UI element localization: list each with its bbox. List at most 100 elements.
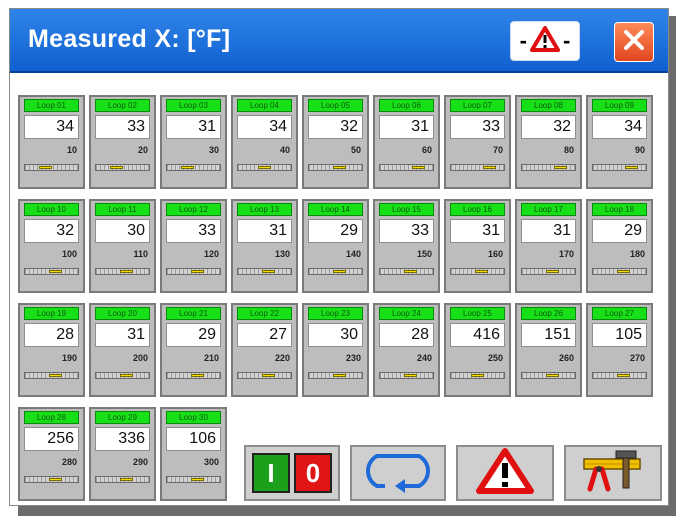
loop-tile[interactable]: Loop 07 33 70 — [444, 95, 511, 189]
loop-tile[interactable]: Loop 03 31 30 — [160, 95, 227, 189]
loop-tile[interactable]: Loop 06 31 60 — [373, 95, 440, 189]
loop-value: 34 — [237, 115, 292, 139]
loop-level-marker — [258, 166, 271, 169]
loop-tile[interactable]: Loop 23 30 230 — [302, 303, 369, 397]
loop-value: 32 — [24, 219, 79, 243]
loop-setpoint: 50 — [350, 145, 361, 155]
loop-level-marker — [120, 478, 133, 481]
loop-label: Loop 28 — [24, 411, 79, 424]
loop-tile[interactable]: Loop 09 34 90 — [586, 95, 653, 189]
loop-level-bar — [24, 372, 79, 379]
loop-value: 416 — [450, 323, 505, 347]
loop-setpoint: 80 — [563, 145, 574, 155]
loop-tile[interactable]: Loop 27 105 270 — [586, 303, 653, 397]
warning-icon — [475, 447, 535, 500]
loop-level-bar — [450, 372, 505, 379]
loop-tile[interactable]: Loop 10 32 100 — [18, 199, 85, 293]
loop-tile[interactable]: Loop 16 31 160 — [444, 199, 511, 293]
loop-setpoint: 10 — [66, 145, 77, 155]
alarm-warning-icon — [530, 25, 560, 57]
alarm-dash-right: - — [563, 28, 571, 53]
loop-label: Loop 22 — [237, 307, 292, 320]
loop-value: 29 — [308, 219, 363, 243]
loop-tile[interactable]: Loop 30 106 300 — [160, 407, 227, 501]
loop-label: Loop 24 — [379, 307, 434, 320]
loop-value: 256 — [24, 427, 79, 451]
loop-level-marker — [120, 270, 133, 273]
loop-tile[interactable]: Loop 29 336 290 — [89, 407, 156, 501]
loop-tile[interactable]: Loop 17 31 170 — [515, 199, 582, 293]
loop-level-marker — [546, 374, 559, 377]
loop-level-bar — [237, 164, 292, 171]
loop-label: Loop 07 — [450, 99, 505, 112]
loop-tile[interactable]: Loop 24 28 240 — [373, 303, 440, 397]
loop-value: 31 — [166, 115, 221, 139]
loop-tile[interactable]: Loop 20 31 200 — [89, 303, 156, 397]
loop-level-bar — [592, 268, 647, 275]
loop-level-marker — [554, 166, 567, 169]
loop-tile[interactable]: Loop 21 29 210 — [160, 303, 227, 397]
loop-grid: I 0 Loop 01 34 10 Loop 02 33 20 Loop 03 … — [18, 95, 662, 501]
loop-tile[interactable]: Loop 13 31 130 — [231, 199, 298, 293]
window-title: Measured X: [°F] — [28, 25, 231, 53]
off-label: 0 — [294, 453, 332, 493]
loop-level-bar — [308, 164, 363, 171]
cycle-button[interactable] — [350, 445, 446, 501]
loop-value: 30 — [308, 323, 363, 347]
tools-button[interactable] — [564, 445, 662, 501]
loop-level-marker — [110, 166, 123, 169]
loop-tile[interactable]: Loop 19 28 190 — [18, 303, 85, 397]
loop-setpoint: 110 — [133, 249, 148, 259]
loop-tile[interactable]: Loop 22 27 220 — [231, 303, 298, 397]
loop-label: Loop 03 — [166, 99, 221, 112]
loop-level-bar — [592, 164, 647, 171]
loop-tile[interactable]: Loop 26 151 260 — [515, 303, 582, 397]
loop-level-marker — [181, 166, 194, 169]
loop-setpoint: 70 — [492, 145, 503, 155]
alarm-button[interactable]: - - — [510, 21, 580, 61]
loop-value: 33 — [379, 219, 434, 243]
loop-setpoint: 210 — [203, 353, 219, 363]
loop-value: 27 — [237, 323, 292, 347]
loop-level-marker — [333, 166, 346, 169]
loop-tile[interactable]: Loop 12 33 120 — [160, 199, 227, 293]
loop-tile[interactable]: Loop 14 29 140 — [302, 199, 369, 293]
loop-value: 33 — [95, 115, 150, 139]
loop-tile[interactable]: Loop 25 416 250 — [444, 303, 511, 397]
loop-tile[interactable]: Loop 04 34 40 — [231, 95, 298, 189]
loop-tile[interactable]: Loop 11 30 110 — [89, 199, 156, 293]
loop-label: Loop 17 — [521, 203, 576, 216]
loop-level-marker — [412, 166, 425, 169]
on-label: I — [252, 453, 290, 493]
loop-tile[interactable]: Loop 01 34 10 — [18, 95, 85, 189]
loop-setpoint: 220 — [274, 353, 290, 363]
loop-label: Loop 10 — [24, 203, 79, 216]
loop-tile[interactable]: Loop 08 32 80 — [515, 95, 582, 189]
loop-setpoint: 160 — [487, 249, 503, 259]
warning-button[interactable] — [456, 445, 554, 501]
loop-label: Loop 30 — [166, 411, 221, 424]
loop-tile[interactable]: Loop 18 29 180 — [586, 199, 653, 293]
loop-level-marker — [333, 270, 346, 273]
loop-setpoint: 130 — [274, 249, 290, 259]
loop-label: Loop 23 — [308, 307, 363, 320]
loop-setpoint: 180 — [629, 249, 645, 259]
loop-tile[interactable]: Loop 05 32 50 — [302, 95, 369, 189]
loop-level-bar — [24, 164, 79, 171]
loop-tile[interactable]: Loop 15 33 150 — [373, 199, 440, 293]
loop-level-bar — [521, 164, 576, 171]
loop-level-bar — [24, 268, 79, 275]
loop-value: 28 — [24, 323, 79, 347]
loop-setpoint: 280 — [61, 457, 77, 467]
loop-level-bar — [308, 268, 363, 275]
loop-tile[interactable]: Loop 02 33 20 — [89, 95, 156, 189]
loop-label: Loop 01 — [24, 99, 79, 112]
loop-tile[interactable]: Loop 28 256 280 — [18, 407, 85, 501]
loop-level-marker — [262, 374, 275, 377]
title-bar: Measured X: [°F] - - — [10, 9, 668, 73]
close-button[interactable] — [614, 22, 654, 62]
loop-label: Loop 04 — [237, 99, 292, 112]
start-stop-button[interactable]: I 0 — [244, 445, 340, 501]
loop-level-marker — [49, 478, 62, 481]
loop-label: Loop 15 — [379, 203, 434, 216]
